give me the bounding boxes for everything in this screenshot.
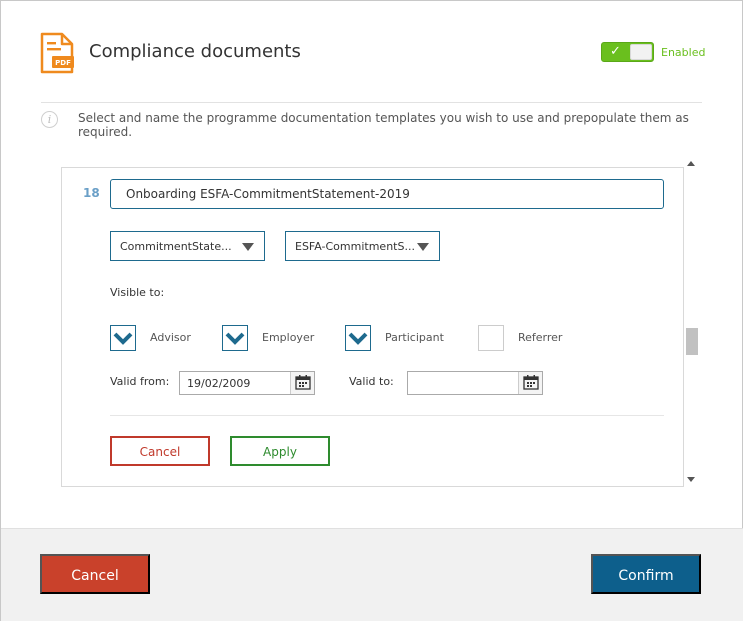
visible-to-label: Visible to: <box>110 286 165 299</box>
enabled-toggle[interactable]: ✓ <box>601 42 654 62</box>
template-select-value: CommitmentState... <box>120 240 232 253</box>
valid-from-label: Valid from: <box>110 375 170 388</box>
checkmark-icon <box>113 332 133 345</box>
document-editor-panel: 18 CommitmentState... ESFA-CommitmentS..… <box>61 167 684 487</box>
valid-to-label: Valid to: <box>349 375 394 388</box>
confirm-button[interactable]: Confirm <box>591 554 701 594</box>
dropdown-arrow-icon <box>417 243 429 251</box>
document-select-value: ESFA-CommitmentS... <box>295 240 415 253</box>
pdf-icon-text: PDF <box>55 59 71 67</box>
valid-to-input[interactable] <box>407 371 543 395</box>
advisor-checkbox[interactable] <box>110 325 136 351</box>
panel-divider <box>110 415 664 416</box>
dropdown-arrow-icon <box>242 243 254 251</box>
dialog-title: Compliance documents <box>89 41 301 62</box>
enabled-label: Enabled <box>661 46 706 59</box>
template-select[interactable]: CommitmentState... <box>110 231 265 261</box>
panel-cancel-button[interactable]: Cancel <box>110 436 210 466</box>
document-select[interactable]: ESFA-CommitmentS... <box>285 231 440 261</box>
info-icon: i <box>41 111 58 128</box>
checkmark-icon <box>225 332 245 345</box>
referrer-checkbox[interactable] <box>478 325 504 351</box>
document-number: 18 <box>83 186 100 200</box>
compliance-documents-dialog: PDF Compliance documents ✓ Enabled i Sel… <box>0 0 743 621</box>
scroll-down-arrow-icon[interactable] <box>687 477 695 482</box>
cancel-button[interactable]: Cancel <box>40 554 150 594</box>
employer-label: Employer <box>262 331 315 344</box>
valid-from-value: 19/02/2009 <box>187 377 251 390</box>
participant-checkbox[interactable] <box>345 325 371 351</box>
scrollbar-thumb[interactable] <box>686 328 698 355</box>
document-name-input[interactable] <box>110 179 664 209</box>
calendar-icon[interactable] <box>518 372 542 394</box>
advisor-label: Advisor <box>150 331 191 344</box>
dialog-footer: Cancel Confirm <box>1 528 743 621</box>
referrer-label: Referrer <box>518 331 563 344</box>
apply-button[interactable]: Apply <box>230 436 330 466</box>
check-icon: ✓ <box>610 44 621 59</box>
calendar-icon[interactable] <box>290 372 314 394</box>
toggle-knob <box>630 44 652 60</box>
header-divider <box>41 102 702 103</box>
participant-label: Participant <box>385 331 444 344</box>
info-text: Select and name the programme documentat… <box>78 111 689 139</box>
checkmark-icon <box>348 332 368 345</box>
valid-from-input[interactable]: 19/02/2009 <box>179 371 315 395</box>
scroll-up-arrow-icon[interactable] <box>687 161 695 166</box>
pdf-document-icon: PDF <box>40 32 74 74</box>
employer-checkbox[interactable] <box>222 325 248 351</box>
